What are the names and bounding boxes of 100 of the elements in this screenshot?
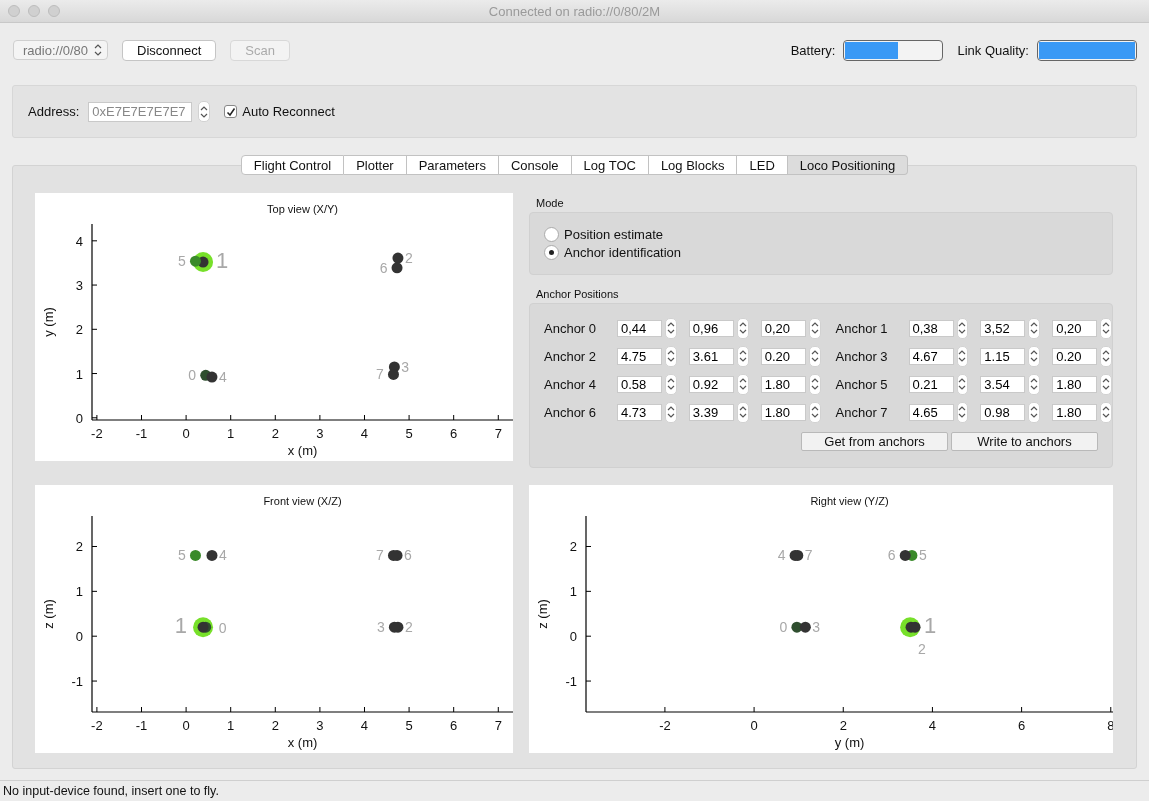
anchor-label: Anchor 4 (544, 376, 598, 392)
coordinate-field[interactable]: 4.73 (617, 403, 662, 421)
chart-title: Top view (X/Y) (267, 203, 338, 215)
stepper[interactable] (1100, 373, 1113, 395)
coordinate-field[interactable]: 1.15 (980, 347, 1026, 365)
coordinate-field[interactable]: 3.54 (980, 375, 1026, 393)
tab[interactable]: Loco Positioning (787, 155, 909, 175)
checkbox[interactable] (224, 105, 238, 118)
coordinate-field[interactable]: 0.20 (760, 347, 806, 365)
point-label: 0 (218, 620, 227, 637)
coordinate-field[interactable]: 1.80 (1052, 403, 1098, 421)
stepper[interactable] (808, 401, 821, 423)
point-label: 0 (779, 619, 788, 636)
tick-label: 4 (928, 718, 937, 733)
anchor-label: Anchor 2 (544, 348, 598, 364)
tick-label: 0 (569, 629, 577, 645)
coordinate-field[interactable]: 4.67 (908, 347, 954, 365)
tick-label: 8 (1107, 718, 1113, 733)
tick-label: -1 (135, 426, 148, 441)
coordinate-field[interactable]: 0.58 (617, 375, 662, 393)
stepper[interactable] (808, 373, 821, 395)
tab[interactable]: Console (498, 155, 572, 175)
action-button[interactable]: Get from anchors (801, 432, 948, 451)
stepper[interactable] (808, 345, 821, 367)
stepper[interactable] (736, 317, 749, 339)
point-label: 2 (404, 619, 413, 636)
coordinate-field[interactable]: 1.80 (760, 403, 806, 421)
point-label: 7 (804, 547, 813, 564)
coordinate-field[interactable]: 0,20 (1052, 319, 1098, 337)
coordinate-field[interactable]: 3.61 (688, 347, 734, 365)
stepper[interactable] (1100, 345, 1113, 367)
toolbar-button[interactable]: Disconnect (122, 39, 217, 61)
tick-label: 0 (182, 718, 190, 733)
stepper[interactable] (665, 373, 677, 395)
point-label: 7 (376, 366, 384, 383)
coordinate-field[interactable]: 0,38 (908, 319, 954, 337)
coordinate-field[interactable]: 3.39 (688, 403, 734, 421)
stepper[interactable] (736, 345, 749, 367)
stepper[interactable] (1028, 317, 1041, 339)
address-field[interactable]: 0xE7E7E7E7E7 (88, 101, 193, 122)
tick-label: 7 (494, 718, 502, 733)
tab[interactable]: Flight Control (240, 155, 345, 175)
chevrons-icon (94, 44, 103, 56)
stepper[interactable] (665, 317, 677, 339)
stepper[interactable] (1028, 373, 1041, 395)
tab[interactable]: Log Blocks (648, 155, 738, 175)
tick-label: 7 (494, 426, 502, 441)
coordinate-field[interactable]: 4.65 (908, 403, 954, 421)
tab[interactable]: LED (737, 155, 788, 175)
stepper[interactable] (1100, 317, 1113, 339)
radio-button[interactable] (544, 245, 559, 260)
action-button[interactable]: Write to anchors (951, 432, 1098, 451)
battery-label: Battery: (790, 42, 836, 58)
coordinate-field[interactable]: 4.75 (617, 347, 662, 365)
stepper[interactable] (956, 373, 969, 395)
point-label: 3 (376, 619, 385, 636)
stepper[interactable] (956, 345, 969, 367)
tab[interactable]: Plotter (344, 155, 407, 175)
stepper[interactable] (808, 317, 821, 339)
stepper[interactable] (736, 401, 749, 423)
tick-label: 5 (405, 718, 413, 733)
tick-label: 0 (75, 410, 83, 426)
stepper[interactable] (1028, 401, 1041, 423)
stepper[interactable] (665, 401, 677, 423)
coordinate-field[interactable]: 0.98 (980, 403, 1026, 421)
tick-label: 3 (75, 278, 83, 294)
coordinate-field[interactable]: 0,44 (617, 319, 662, 337)
chart-title: Front view (X/Z) (263, 495, 342, 507)
point-label: 4 (218, 369, 227, 386)
point-label: 2 (404, 250, 413, 267)
tick-label: 0 (182, 426, 190, 441)
coordinate-field[interactable]: 0.20 (1052, 347, 1098, 365)
axis-label: y (m) (834, 735, 865, 750)
group-title: Anchor Positions (536, 288, 620, 300)
coordinate-field[interactable]: 1.80 (760, 375, 806, 393)
radio-label: Position estimate (564, 227, 663, 242)
radio-button[interactable] (544, 227, 559, 242)
tab[interactable]: Log TOC (571, 155, 649, 175)
stepper[interactable] (956, 317, 969, 339)
stepper[interactable] (736, 373, 749, 395)
point-label: 3 (401, 358, 410, 375)
stepper[interactable] (1028, 345, 1041, 367)
stepper[interactable] (956, 401, 969, 423)
coordinate-field[interactable]: 0,20 (760, 319, 806, 337)
stepper[interactable] (198, 101, 211, 122)
coordinate-field[interactable]: 0.21 (908, 375, 954, 393)
coordinate-field[interactable]: 3,52 (980, 319, 1026, 337)
tick-label: 6 (450, 426, 458, 441)
stepper[interactable] (665, 345, 677, 367)
interface-select[interactable]: radio://0/80 (13, 40, 109, 60)
stepper[interactable] (1100, 401, 1113, 423)
tick-label: 2 (839, 718, 847, 733)
tab[interactable]: Parameters (406, 155, 499, 175)
coordinate-field[interactable]: 0.92 (688, 375, 734, 393)
coordinate-field[interactable]: 1.80 (1052, 375, 1098, 393)
tick-label: 6 (450, 718, 458, 733)
address-label: Address: (28, 104, 80, 119)
point-label: 6 (887, 547, 896, 564)
coordinate-field[interactable]: 0,96 (688, 319, 734, 337)
point-label: 1 (174, 613, 188, 639)
